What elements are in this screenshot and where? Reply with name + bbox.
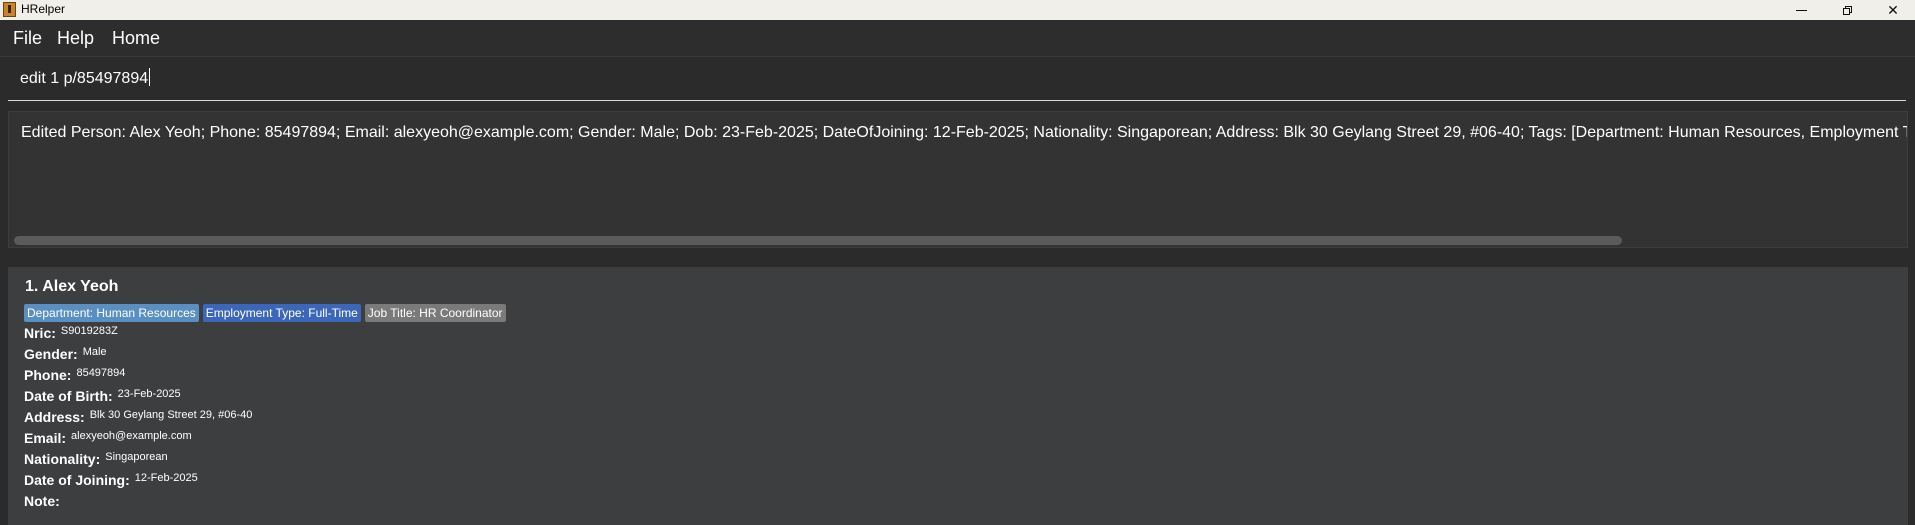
command-box[interactable]: edit 1 p/85497894: [8, 60, 1906, 101]
field-email: Email: alexyeoh@example.com: [24, 430, 192, 451]
tag-employment-type: Employment Type: Full-Time: [202, 304, 361, 322]
field-note: Note:: [24, 493, 65, 514]
close-icon: ✕: [1887, 1, 1899, 18]
field-phone: Phone: 85497894: [24, 367, 125, 388]
phone-value: 85497894: [76, 367, 126, 379]
menu-bar: File Help Home: [0, 20, 1915, 57]
text-caret: [149, 68, 151, 86]
field-nationality: Nationality: Singaporean: [24, 451, 168, 472]
field-date-of-joining: Date of Joining: 12-Feb-2025: [24, 472, 198, 493]
nric-label: Nric:: [24, 325, 56, 341]
restore-icon: [1842, 5, 1852, 15]
address-value: Blk 30 Geylang Street 29, #06-40: [89, 409, 253, 421]
menu-home[interactable]: Home: [112, 28, 160, 49]
email-label: Email:: [24, 430, 67, 446]
result-message: Edited Person: Alex Yeoh; Phone: 8549789…: [21, 124, 1907, 141]
gender-label: Gender:: [24, 346, 78, 362]
result-display: Edited Person: Alex Yeoh; Phone: 8549789…: [8, 111, 1908, 248]
menu-help[interactable]: Help: [57, 28, 94, 49]
minimize-button[interactable]: [1778, 0, 1824, 20]
field-gender: Gender: Male: [24, 346, 107, 367]
dob-value: 23-Feb-2025: [117, 388, 181, 400]
tag-department: Department: Human Resources: [24, 304, 199, 322]
field-nric: Nric: S9019283Z: [24, 325, 118, 346]
gender-value: Male: [82, 346, 107, 358]
nationality-value: Singaporean: [105, 451, 168, 463]
command-input-text[interactable]: edit 1 p/85497894: [20, 68, 151, 88]
scrollbar-thumb[interactable]: [14, 236, 1622, 245]
email-value: alexyeoh@example.com: [71, 430, 192, 442]
doj-value: 12-Feb-2025: [134, 472, 198, 484]
menu-file[interactable]: File: [13, 28, 42, 49]
close-button[interactable]: ✕: [1870, 0, 1915, 20]
window-title: HRelper: [21, 2, 66, 16]
nationality-label: Nationality:: [24, 451, 101, 467]
note-label: Note:: [24, 493, 60, 509]
command-value: edit 1 p/85497894: [20, 70, 149, 87]
dob-label: Date of Birth:: [24, 388, 113, 404]
tag-list: Department: Human Resources Employment T…: [24, 304, 506, 322]
field-address: Address: Blk 30 Geylang Street 29, #06-40: [24, 409, 252, 430]
person-name-header: 1. Alex Yeoh: [25, 278, 119, 295]
title-bar: HRelper ✕: [0, 0, 1915, 20]
address-label: Address:: [24, 409, 85, 425]
maximize-button[interactable]: [1824, 0, 1870, 20]
horizontal-scrollbar[interactable]: [14, 236, 1899, 245]
doj-label: Date of Joining:: [24, 472, 130, 488]
person-list: 1. Alex Yeoh Department: Human Resources…: [8, 267, 1908, 525]
nric-value: S9019283Z: [60, 325, 118, 337]
field-dob: Date of Birth: 23-Feb-2025: [24, 388, 181, 409]
phone-label: Phone:: [24, 367, 72, 383]
app-logo-icon: [3, 2, 16, 17]
tag-job-title: Job Title: HR Coordinator: [364, 304, 506, 322]
minimize-icon: [1795, 9, 1807, 11]
